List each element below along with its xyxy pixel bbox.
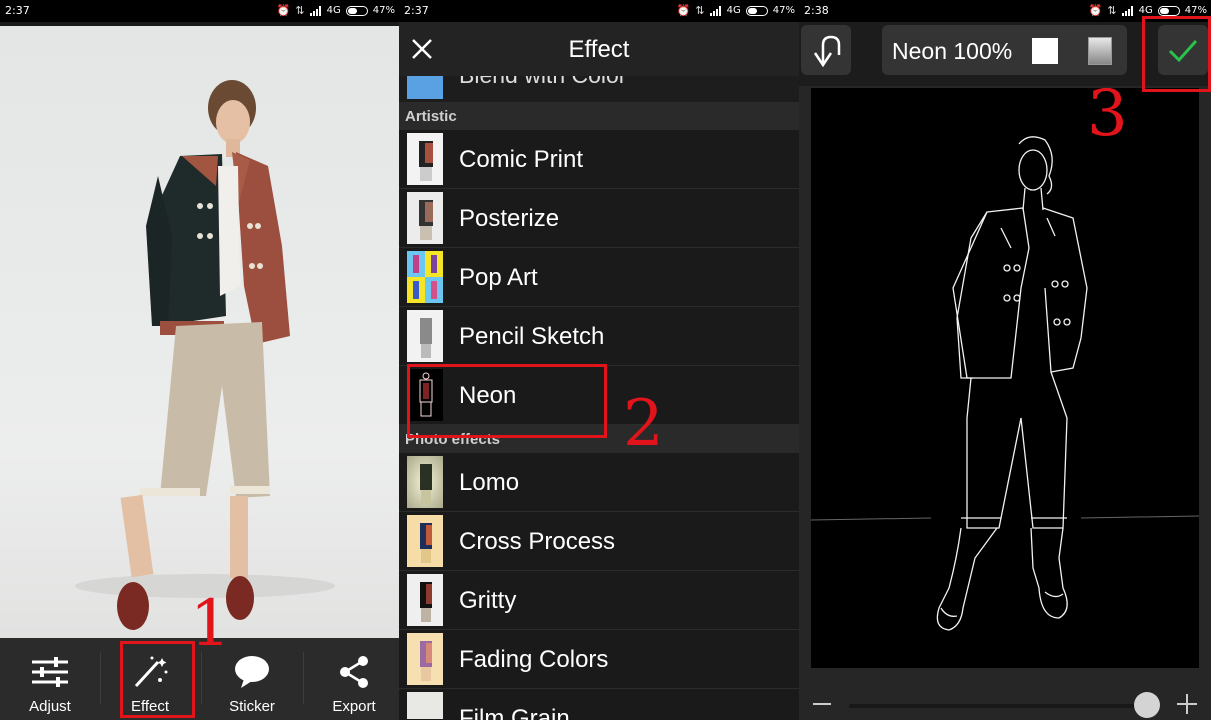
battery-icon — [745, 5, 768, 16]
intensity-slider-track[interactable] — [849, 704, 1159, 708]
status-time: 2:38 — [804, 4, 829, 17]
effect-label: Fading Colors — [459, 646, 609, 673]
effect-thumbnail — [407, 133, 443, 185]
effect-label: Comic Print — [459, 146, 584, 173]
battery-icon — [1157, 5, 1180, 16]
status-time: 2:37 — [404, 4, 429, 17]
effect-thumbnail — [407, 251, 443, 303]
intensity-slider-handle[interactable] — [1133, 692, 1160, 718]
effect-list-panel: 2:37 ⏰ ⇅ 4G 47% Effect Blend with Color … — [399, 0, 799, 720]
status-time: 2:37 — [5, 4, 30, 17]
effect-thumbnail — [407, 574, 443, 626]
effect-strength-label: Neon 100% — [892, 38, 1013, 64]
neon-photo — [811, 136, 1199, 631]
effect-thumbnail — [407, 456, 443, 508]
effect-thumbnail — [407, 192, 443, 244]
tool-label-adjust: Adjust — [29, 698, 71, 715]
undo-icon — [813, 35, 841, 68]
effect-item-posterize[interactable]: Posterize — [399, 189, 799, 248]
battery-percent: 47% — [372, 5, 395, 16]
data-transfer-icon: ⇅ — [295, 4, 305, 17]
effect-item-pencil-sketch[interactable]: Pencil Sketch — [399, 307, 799, 366]
effect-thumbnail — [407, 310, 443, 362]
annotation-step-1: 1 — [190, 587, 231, 661]
color-swatch-white[interactable] — [1032, 38, 1058, 64]
effect-item-gritty[interactable]: Gritty — [399, 571, 799, 630]
tool-label-sticker: Sticker — [229, 698, 275, 715]
network-type: 4G — [726, 5, 741, 16]
adjust-sliders-icon — [32, 657, 68, 687]
effect-label: Pop Art — [459, 264, 538, 291]
effect-label: Lomo — [459, 469, 520, 496]
data-transfer-icon: ⇅ — [1107, 4, 1117, 17]
blend-mode-icon[interactable] — [1088, 37, 1112, 65]
network-type: 4G — [326, 5, 341, 16]
adjust-button[interactable]: Adjust — [0, 638, 100, 720]
annotation-highlight-effect — [120, 641, 195, 718]
effect-item-pop-art[interactable]: Pop Art — [399, 248, 799, 307]
speech-bubble-icon — [235, 656, 269, 688]
effect-label: Cross Process — [459, 528, 616, 555]
minus-icon[interactable] — [813, 703, 831, 705]
signal-icon — [709, 5, 722, 16]
status-bar: 2:37 ⏰ ⇅ 4G 47% — [399, 0, 799, 22]
effect-label: Posterize — [459, 205, 560, 232]
annotation-step-2: 2 — [623, 387, 664, 461]
plus-icon-vertical — [1186, 694, 1188, 714]
alarm-icon: ⏰ — [676, 4, 691, 17]
signal-icon — [1121, 5, 1134, 16]
effect-item-lomo[interactable]: Lomo — [399, 453, 799, 512]
effect-thumbnail — [407, 633, 443, 685]
undo-button[interactable] — [801, 25, 851, 75]
effect-thumbnail — [407, 692, 443, 719]
alarm-icon: ⏰ — [1088, 4, 1103, 17]
model-photo — [75, 80, 335, 630]
intensity-slider-area — [799, 680, 1211, 720]
alarm-icon: ⏰ — [276, 4, 291, 17]
effect-item-film-grain[interactable]: Film Grain — [399, 689, 799, 720]
status-bar: 2:37 ⏰ ⇅ 4G 47% — [0, 0, 399, 22]
effect-thumbnail — [407, 76, 443, 99]
section-header-artistic: Artistic — [399, 102, 799, 130]
effect-label: Film Grain — [459, 705, 570, 720]
battery-icon — [345, 5, 368, 16]
effect-label: Pencil Sketch — [459, 323, 605, 350]
effect-item-comic-print[interactable]: Comic Print — [399, 130, 799, 189]
annotation-step-3: 3 — [1087, 77, 1128, 151]
effect-thumbnail — [407, 515, 443, 567]
tool-label-export: Export — [332, 698, 376, 715]
effect-label: Blend with Color — [459, 76, 626, 89]
neon-preview-panel: 2:38 ⏰ ⇅ 4G 47% Neon 100% 3 — [799, 0, 1211, 720]
neon-preview-canvas[interactable] — [811, 88, 1199, 668]
photo-editor-panel: 2:37 ⏰ ⇅ 4G 47% Adjust Effect Sticker Ex… — [0, 0, 399, 720]
network-type: 4G — [1138, 5, 1153, 16]
battery-percent: 47% — [772, 5, 795, 16]
battery-percent: 47% — [1184, 5, 1207, 16]
effect-header: Effect — [399, 22, 799, 76]
effect-settings[interactable]: Neon 100% — [882, 25, 1127, 75]
photo-canvas[interactable] — [0, 26, 399, 638]
export-button[interactable]: Export — [304, 638, 399, 720]
annotation-highlight-apply — [1142, 16, 1211, 92]
effect-item-cross-process[interactable]: Cross Process — [399, 512, 799, 571]
share-icon — [340, 656, 368, 688]
annotation-highlight-neon — [407, 364, 607, 438]
page-title: Effect — [568, 36, 630, 63]
effect-label: Gritty — [459, 587, 517, 614]
effect-item-fading-colors[interactable]: Fading Colors — [399, 630, 799, 689]
signal-icon — [309, 5, 322, 16]
list-item[interactable]: Blend with Color — [399, 76, 799, 102]
data-transfer-icon: ⇅ — [695, 4, 705, 17]
